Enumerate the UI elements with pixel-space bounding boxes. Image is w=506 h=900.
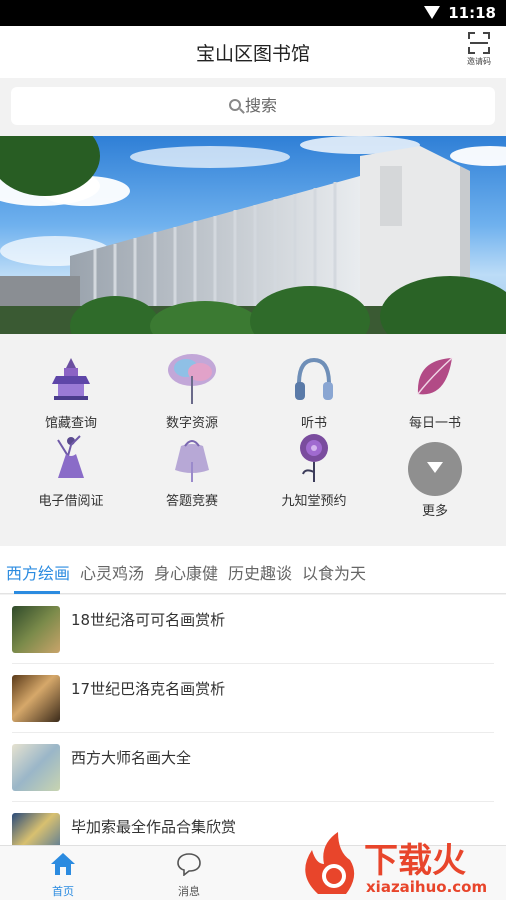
list-item[interactable]: 西方大师名画大全 <box>0 733 506 802</box>
article-title: 西方大师名画大全 <box>71 749 192 767</box>
search-icon <box>228 98 241 111</box>
active-tab-indicator <box>14 591 60 594</box>
article-title: 毕加索最全作品合集欣赏 <box>71 818 237 836</box>
article-list: 18世纪洛可可名画赏析 17世纪巴洛克名画赏析 西方大师名画大全 毕加索最全作品… <box>0 595 506 845</box>
list-item[interactable]: 18世纪洛可可名画赏析 <box>0 595 506 664</box>
shortcut-audiobooks[interactable]: 听书 <box>251 334 377 431</box>
rose-icon <box>289 432 339 482</box>
article-title: 18世纪洛可可名画赏析 <box>71 611 226 629</box>
scan-label: 邀请码 <box>467 57 491 66</box>
dancer-icon <box>46 432 96 482</box>
search-area: 搜索 <box>0 78 506 134</box>
leaf-icon <box>410 354 460 404</box>
shortcut-e-library-card[interactable]: 电子借阅证 <box>8 422 134 512</box>
article-thumbnail <box>12 813 60 845</box>
article-thumbnail <box>12 675 60 722</box>
watermark-logo: 下载火 xiazaihuo.com <box>298 830 506 900</box>
nav-messages[interactable]: 消息 <box>149 852 229 899</box>
article-thumbnail <box>12 744 60 791</box>
nav-messages-label: 消息 <box>178 885 200 898</box>
chat-bubble-icon <box>177 853 201 877</box>
status-time: 11:18 <box>448 4 496 22</box>
status-bar: 11:18 <box>0 0 506 26</box>
tab-food[interactable]: 以食为天 <box>302 560 366 584</box>
article-title: 17世纪巴洛克名画赏析 <box>71 680 226 698</box>
shortcut-jiuzhitang-booking[interactable]: 九知堂预约 <box>251 422 377 512</box>
chevron-down-icon <box>408 442 462 496</box>
list-item[interactable]: 17世纪巴洛克名画赏析 <box>0 664 506 733</box>
nav-home[interactable]: 首页 <box>23 852 103 899</box>
headphones-icon <box>289 354 339 404</box>
shortcut-digital-resources[interactable]: 数字资源 <box>129 334 255 431</box>
watermark-url: xiazaihuo.com <box>366 878 487 896</box>
article-thumbnail <box>12 606 60 653</box>
shortcut-more[interactable]: 更多 <box>372 422 498 519</box>
tab-health[interactable]: 身心康健 <box>154 560 218 584</box>
shortcut-label: 答题竞赛 <box>165 494 218 509</box>
shortcut-label: 更多 <box>421 504 448 519</box>
pagoda-icon <box>46 354 96 404</box>
shortcut-label: 电子借阅证 <box>38 494 104 509</box>
wifi-icon <box>424 6 440 19</box>
search-placeholder: 搜索 <box>244 96 277 115</box>
tree-icon <box>167 354 217 404</box>
shortcut-daily-book[interactable]: 每日一书 <box>372 334 498 431</box>
page-title: 宝山区图书馆 <box>195 43 310 65</box>
banner-image[interactable] <box>0 136 506 334</box>
shortcut-label: 九知堂预约 <box>281 494 347 509</box>
scan-button[interactable]: 邀请码 <box>464 32 494 72</box>
gift-bag-icon <box>167 432 217 482</box>
watermark-brand: 下载火 <box>364 841 466 881</box>
shortcut-quiz-contest[interactable]: 答题竞赛 <box>129 422 255 512</box>
nav-home-label: 首页 <box>52 885 74 898</box>
home-icon <box>51 853 75 875</box>
tab-western-painting[interactable]: 西方绘画 <box>6 560 70 584</box>
tab-history[interactable]: 历史趣谈 <box>228 560 292 584</box>
tab-soul-soup[interactable]: 心灵鸡汤 <box>80 560 144 584</box>
category-tabs: 西方绘画 心灵鸡汤 身心康健 历史趣谈 以食为天 <box>0 546 506 594</box>
shortcut-catalog-search[interactable]: 馆藏查询 <box>8 334 134 431</box>
search-input[interactable]: 搜索 <box>11 87 495 125</box>
title-bar: 宝山区图书馆 邀请码 <box>0 26 506 78</box>
shortcut-grid: 馆藏查询 数字资源 听书 每日一书 电子借阅证 答题竞赛 九知堂预约 更多 <box>0 334 506 546</box>
scan-icon <box>468 32 490 54</box>
